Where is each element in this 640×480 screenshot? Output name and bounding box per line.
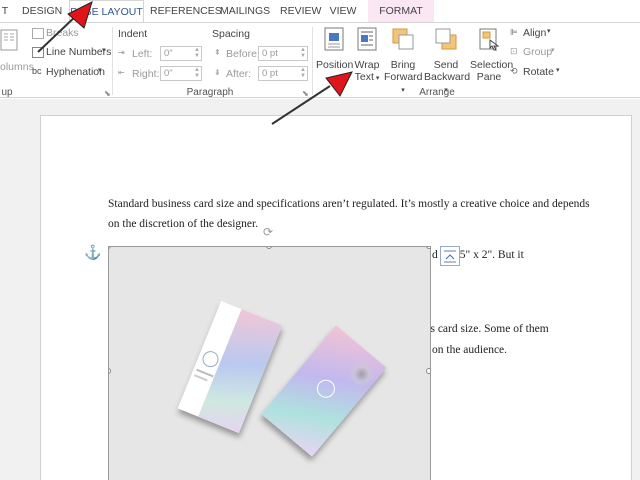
arrow-head-page-layout [67, 1, 93, 29]
arrow-head-wrap-text [325, 71, 353, 97]
arrow-shaft-wrap [271, 85, 331, 125]
arrow-shaft-tab [37, 13, 79, 53]
annotation-arrows [37, 1, 353, 125]
